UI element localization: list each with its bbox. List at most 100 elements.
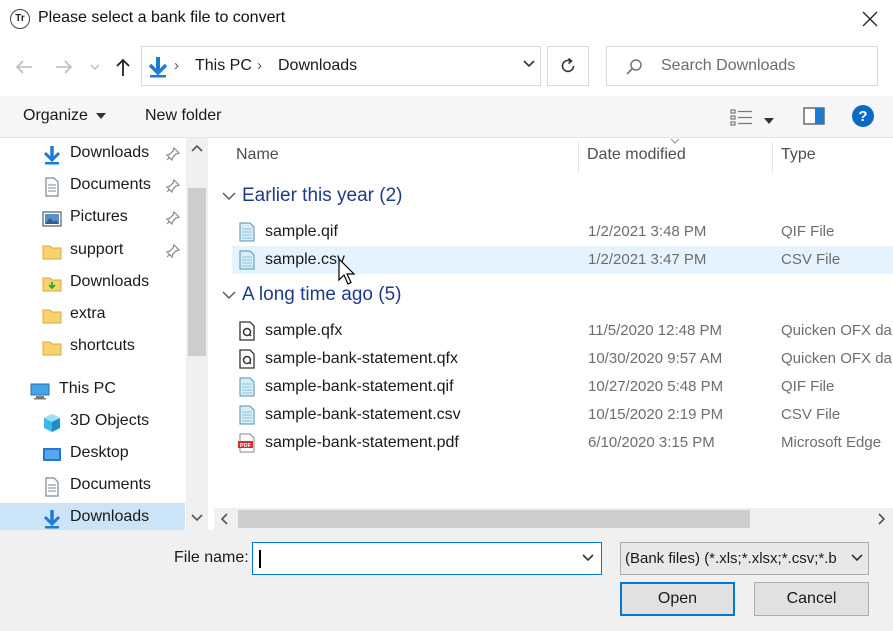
breadcrumb-chevron-icon: › (174, 57, 179, 74)
breadcrumb-this-pc[interactable]: This PC (195, 57, 252, 75)
help-button[interactable]: ? (851, 104, 875, 133)
horizontal-scroll-thumb[interactable] (238, 510, 750, 528)
file-name: sample-bank-statement.pdf (265, 434, 459, 451)
qfx-file-icon (239, 321, 255, 341)
file-row[interactable]: sample.csv 1/2/2021 3:47 PM CSV File (232, 246, 893, 274)
pin-icon (166, 244, 180, 258)
sidebar-item-desktop[interactable]: Desktop (0, 439, 185, 469)
close-button[interactable] (847, 0, 893, 38)
file-type: Microsoft Edge (781, 434, 882, 451)
document-icon (45, 477, 59, 497)
folder-icon (42, 245, 62, 260)
scroll-right-icon (878, 513, 886, 525)
back-button[interactable] (12, 55, 36, 79)
folder-icon (42, 341, 62, 356)
cancel-button[interactable]: Cancel (754, 582, 869, 616)
details-view-icon (730, 109, 752, 126)
sidebar-item-documents[interactable]: Documents (0, 471, 185, 501)
forward-button[interactable] (52, 55, 76, 79)
address-dropdown-button[interactable] (522, 57, 536, 76)
file-type-filter-value: (Bank files) (*.xls;*.xlsx;*.csv;*.b (625, 550, 837, 567)
caret-down-icon (764, 118, 774, 124)
sidebar-item-this-pc[interactable]: This PC (0, 375, 185, 405)
recent-locations-button[interactable] (86, 55, 104, 79)
file-type-filter-select[interactable]: (Bank files) (*.xls;*.xlsx;*.csv;*.b (620, 542, 869, 575)
open-button[interactable]: Open (620, 582, 735, 616)
file-row[interactable]: sample.qfx 11/5/2020 12:48 PM Quicken OF… (232, 317, 893, 345)
sidebar-item-3d-objects[interactable]: 3D Objects (0, 407, 185, 437)
sidebar-item-downloads-quick[interactable]: Downloads (0, 139, 185, 169)
address-bar[interactable]: › This PC › Downloads (141, 46, 541, 86)
file-type: QIF File (781, 378, 835, 395)
chevron-down-icon (582, 554, 594, 562)
up-button[interactable] (111, 55, 135, 79)
file-date: 10/30/2020 9:57 AM (588, 350, 723, 367)
file-name: sample-bank-statement.qfx (265, 350, 458, 367)
breadcrumb-chevron-icon: › (257, 57, 262, 74)
sidebar-item-label: extra (70, 305, 106, 322)
preview-pane-icon (803, 107, 825, 125)
file-name-dropdown-button[interactable] (581, 551, 595, 570)
file-row[interactable]: sample-bank-statement.csv 10/15/2020 2:1… (232, 401, 893, 429)
group-label: Earlier this year (2) (242, 185, 403, 206)
column-divider[interactable] (578, 142, 579, 172)
title-bar: Tr Please select a bank file to convert (0, 0, 893, 38)
search-placeholder: Search Downloads (661, 57, 796, 74)
chevron-down-icon (851, 554, 863, 562)
sidebar-item-label: Downloads (70, 144, 150, 161)
document-icon (45, 177, 59, 197)
sidebar-item-pictures[interactable]: Pictures (0, 203, 185, 233)
new-folder-button[interactable]: New folder (145, 107, 221, 125)
scroll-down-icon (191, 514, 203, 522)
pin-icon (166, 179, 180, 193)
search-input[interactable]: Search Downloads (606, 46, 878, 86)
forward-arrow-icon (56, 60, 73, 74)
organize-button[interactable]: Organize (23, 107, 107, 125)
change-view-button[interactable] (730, 108, 754, 131)
sidebar-item-label: Downloads (70, 508, 150, 525)
file-row[interactable]: PDF sample-bank-statement.pdf 6/10/2020 … (232, 429, 893, 457)
file-name-input[interactable] (252, 542, 602, 575)
file-date: 10/27/2020 5:48 PM (588, 378, 724, 395)
column-header-type[interactable]: Type (781, 146, 816, 182)
pin-icon (166, 211, 180, 225)
sidebar-item-label: Documents (70, 476, 151, 493)
sidebar-scroll-thumb[interactable] (188, 188, 206, 356)
file-name: sample.qfx (265, 322, 343, 339)
sidebar-item-downloads[interactable]: Downloads (0, 503, 185, 530)
pictures-icon (42, 211, 62, 227)
view-options-dropdown[interactable] (764, 112, 774, 130)
file-row[interactable]: sample-bank-statement.qfx 10/30/2020 9:5… (232, 345, 893, 373)
sidebar-item-support[interactable]: support (0, 236, 185, 266)
file-date: 10/15/2020 2:19 PM (588, 406, 724, 423)
dialog-footer: File name: (Bank files) (*.xls;*.xlsx;*.… (0, 530, 893, 631)
file-name: sample-bank-statement.csv (265, 406, 461, 423)
file-type: Quicken OFX da (781, 350, 892, 367)
horizontal-scrollbar[interactable] (214, 508, 893, 530)
sidebar-item-shortcuts[interactable]: shortcuts (0, 332, 185, 362)
navigation-pane: Downloads Documents Pictures support Dow… (0, 138, 210, 530)
column-header-date[interactable]: Date modified (587, 146, 686, 182)
filter-dropdown-button[interactable] (850, 551, 864, 570)
breadcrumb-downloads[interactable]: Downloads (278, 57, 357, 75)
search-icon (626, 59, 642, 75)
sidebar-item-label: Documents (70, 176, 151, 193)
text-file-icon (239, 250, 255, 270)
file-row[interactable]: sample-bank-statement.qif 10/27/2020 5:4… (232, 373, 893, 401)
svg-text:?: ? (858, 108, 867, 125)
preview-pane-button[interactable] (803, 107, 825, 130)
sidebar-item-extra[interactable]: extra (0, 300, 185, 330)
sidebar-item-downloads-folder[interactable]: Downloads (0, 268, 185, 298)
file-type: CSV File (781, 251, 841, 268)
column-header-name[interactable]: Name (236, 146, 279, 182)
refresh-button[interactable] (547, 46, 589, 86)
download-arrow-icon (43, 146, 61, 165)
chevron-down-icon (523, 60, 535, 68)
column-divider[interactable] (772, 142, 773, 172)
sidebar-item-documents-quick[interactable]: Documents (0, 171, 185, 201)
file-date: 11/5/2020 12:48 PM (588, 322, 722, 339)
desktop-icon (43, 448, 61, 461)
file-row[interactable]: sample.qif 1/2/2021 3:48 PM QIF File (232, 218, 893, 246)
sidebar-item-label: Desktop (70, 444, 129, 461)
scroll-left-icon (220, 513, 228, 525)
